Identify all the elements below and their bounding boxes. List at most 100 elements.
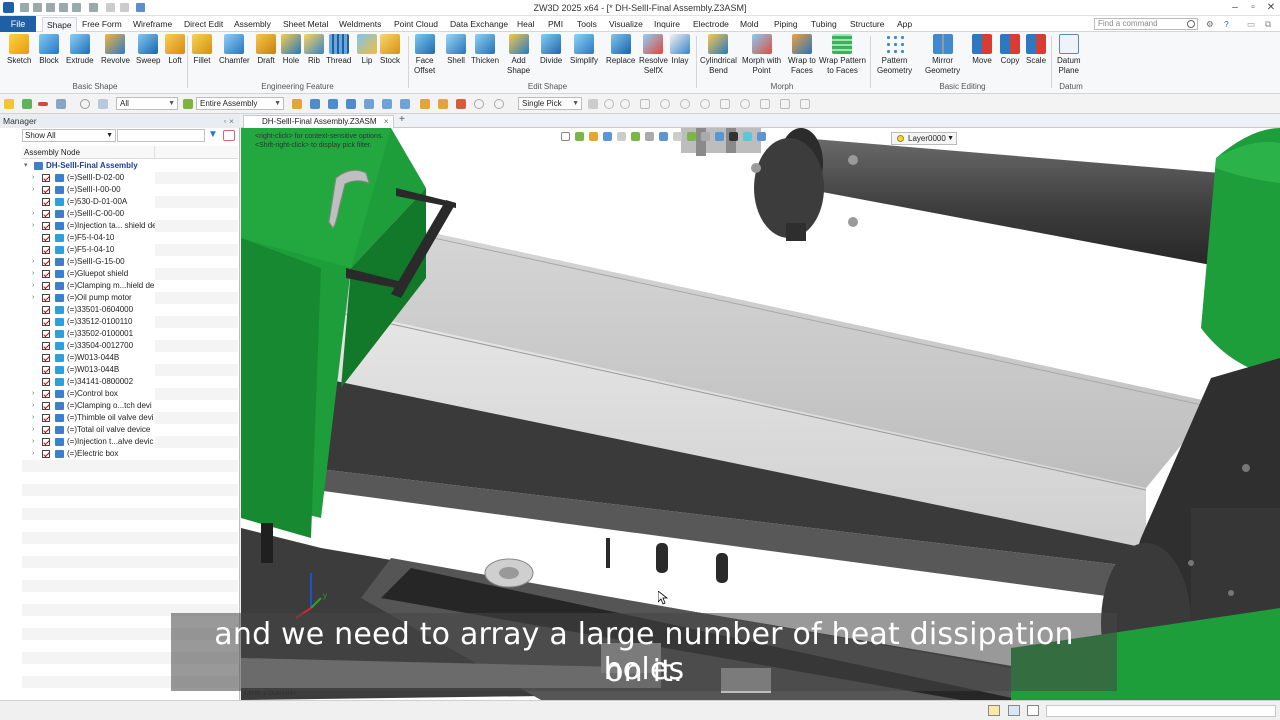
morph-with-point-button[interactable]: Morph with Point bbox=[742, 34, 781, 76]
expand-icon[interactable]: › bbox=[32, 448, 34, 460]
tree-node[interactable]: › (=)SellI-I-00-00 bbox=[22, 184, 155, 196]
divide-button[interactable]: Divide bbox=[540, 34, 562, 66]
pick-option-icon[interactable] bbox=[588, 99, 598, 109]
tab-inquire[interactable]: Inquire bbox=[654, 16, 680, 32]
tree-node[interactable]: (=)F5-I-04-10 bbox=[22, 244, 155, 256]
funnel-filter-icon[interactable]: ▼ bbox=[208, 130, 219, 141]
visibility-checkbox[interactable] bbox=[42, 234, 50, 242]
show-filter-dropdown[interactable]: Show All ▼ bbox=[22, 129, 116, 142]
layers-icon[interactable] bbox=[715, 132, 724, 141]
tree-node[interactable]: (=)F5-I-04-10 bbox=[22, 232, 155, 244]
cylindrical-bend-button[interactable]: Cylindrical Bend bbox=[700, 34, 737, 76]
tab-direct-edit[interactable]: Direct Edit bbox=[184, 16, 223, 32]
tab-app[interactable]: App bbox=[897, 16, 912, 32]
stock-button[interactable]: Stock bbox=[380, 34, 400, 66]
tree-node[interactable]: (=)530-D-01-00A bbox=[22, 196, 155, 208]
lights-icon[interactable] bbox=[673, 132, 682, 141]
filter-dropdown[interactable]: All ▼ bbox=[116, 97, 178, 110]
layer-dropdown[interactable]: Layer0000 ▼ bbox=[891, 132, 957, 145]
thread-button[interactable]: Thread bbox=[326, 34, 351, 66]
expand-icon[interactable]: › bbox=[32, 184, 34, 196]
snap-grid-icon[interactable] bbox=[310, 99, 320, 109]
visibility-checkbox[interactable] bbox=[42, 402, 50, 410]
tree-node[interactable]: (=)34141-0800002 bbox=[22, 376, 155, 388]
tab-heal[interactable]: Heal bbox=[517, 16, 534, 32]
tree-node[interactable]: › (=)Thimble oil valve devi bbox=[22, 412, 155, 424]
tree-node[interactable]: › (=)SellI-D-02-00 bbox=[22, 172, 155, 184]
block-button[interactable]: Block bbox=[39, 34, 59, 66]
visibility-checkbox[interactable] bbox=[42, 186, 50, 194]
minimize-button[interactable]: – bbox=[1226, 1, 1244, 14]
tab-shape[interactable]: Shape bbox=[42, 17, 77, 32]
pick-mode-dropdown[interactable]: Single Pick ▼ bbox=[518, 97, 582, 110]
fit-view-icon[interactable] bbox=[561, 132, 570, 141]
pick-option-icon[interactable] bbox=[780, 99, 790, 109]
shell-button[interactable]: Shell bbox=[446, 34, 466, 66]
collapse-icon[interactable]: ▾ bbox=[24, 160, 28, 172]
tree-node[interactable]: (=)33512-0100110 bbox=[22, 316, 155, 328]
tree-node[interactable]: › (=)Injection t...alve devic bbox=[22, 436, 155, 448]
rib-button[interactable]: Rib bbox=[304, 34, 324, 66]
remove-filter-icon[interactable] bbox=[38, 102, 48, 106]
pick-option-icon[interactable] bbox=[680, 99, 690, 109]
rotate-pick-icon[interactable] bbox=[494, 99, 504, 109]
pattern-geometry-button[interactable]: Pattern Geometry bbox=[877, 34, 912, 76]
visibility-checkbox[interactable] bbox=[42, 354, 50, 362]
assembly-node-column-header[interactable]: Assembly Node bbox=[22, 146, 238, 159]
thicken-button[interactable]: Thicken bbox=[471, 34, 499, 66]
tree-node[interactable]: (=)33504-0012700 bbox=[22, 340, 155, 352]
component-icon[interactable] bbox=[420, 99, 430, 109]
pick-option-icon[interactable] bbox=[640, 99, 650, 109]
visibility-checkbox[interactable] bbox=[42, 306, 50, 314]
tab-point-cloud[interactable]: Point Cloud bbox=[394, 16, 438, 32]
visibility-checkbox[interactable] bbox=[42, 198, 50, 206]
snap-icon[interactable] bbox=[292, 99, 302, 109]
visibility-checkbox[interactable] bbox=[42, 342, 50, 350]
shading-icon[interactable] bbox=[603, 132, 612, 141]
tree-node[interactable]: › (=)Clamping o...tch devi bbox=[22, 400, 155, 412]
tab-piping[interactable]: Piping bbox=[774, 16, 798, 32]
expand-icon[interactable]: › bbox=[32, 292, 34, 304]
visibility-checkbox[interactable] bbox=[42, 258, 50, 266]
section-icon[interactable] bbox=[617, 132, 626, 141]
pick-option-icon[interactable] bbox=[720, 99, 730, 109]
snap-vertex-icon[interactable] bbox=[400, 99, 410, 109]
visibility-checkbox[interactable] bbox=[42, 174, 50, 182]
file-menu[interactable]: File bbox=[0, 16, 36, 32]
status-grid-icon[interactable] bbox=[988, 705, 1000, 716]
color-icon[interactable] bbox=[729, 132, 738, 141]
history-pick-icon[interactable] bbox=[474, 99, 484, 109]
expand-icon[interactable]: › bbox=[32, 268, 34, 280]
transparency-icon[interactable] bbox=[743, 132, 752, 141]
select-icon[interactable] bbox=[4, 99, 14, 109]
filter-list-icon[interactable] bbox=[56, 99, 66, 109]
draft-button[interactable]: Draft bbox=[256, 34, 276, 66]
expand-icon[interactable]: › bbox=[32, 220, 34, 232]
view-cube-icon[interactable] bbox=[575, 132, 584, 141]
visibility-checkbox[interactable] bbox=[42, 210, 50, 218]
camera-icon[interactable] bbox=[659, 132, 668, 141]
tree-node[interactable]: › (=)Injection ta... shield de bbox=[22, 220, 155, 232]
add-filter-icon[interactable] bbox=[22, 99, 32, 109]
tree-node[interactable]: › (=)Gluepot shield bbox=[22, 268, 155, 280]
status-window-icon[interactable] bbox=[1008, 705, 1020, 716]
visibility-checkbox[interactable] bbox=[42, 318, 50, 326]
pick-option-icon[interactable] bbox=[620, 99, 630, 109]
display-icon[interactable] bbox=[645, 132, 654, 141]
simplify-button[interactable]: Simplify bbox=[570, 34, 598, 66]
part-icon[interactable] bbox=[438, 99, 448, 109]
find-command-input[interactable]: Find a command bbox=[1094, 18, 1198, 30]
expand-icon[interactable]: › bbox=[32, 436, 34, 448]
tab-wireframe[interactable]: Wireframe bbox=[133, 16, 172, 32]
inlay-button[interactable]: Inlay bbox=[670, 34, 690, 66]
tab-tools[interactable]: Tools bbox=[577, 16, 597, 32]
tree-node[interactable]: › (=)Clamping m...hield de bbox=[22, 280, 155, 292]
expand-icon[interactable]: › bbox=[32, 208, 34, 220]
tree-node[interactable]: (=)W013-044B bbox=[22, 352, 155, 364]
tree-node[interactable]: › (=)Total oil valve device bbox=[22, 424, 155, 436]
tree-node[interactable]: › (=)SellI-C-00-00 bbox=[22, 208, 155, 220]
replace-button[interactable]: Replace bbox=[606, 34, 635, 66]
snap-face-icon[interactable] bbox=[346, 99, 356, 109]
add-shape-button[interactable]: Add Shape bbox=[507, 34, 530, 76]
snap-curve-icon[interactable] bbox=[328, 99, 338, 109]
